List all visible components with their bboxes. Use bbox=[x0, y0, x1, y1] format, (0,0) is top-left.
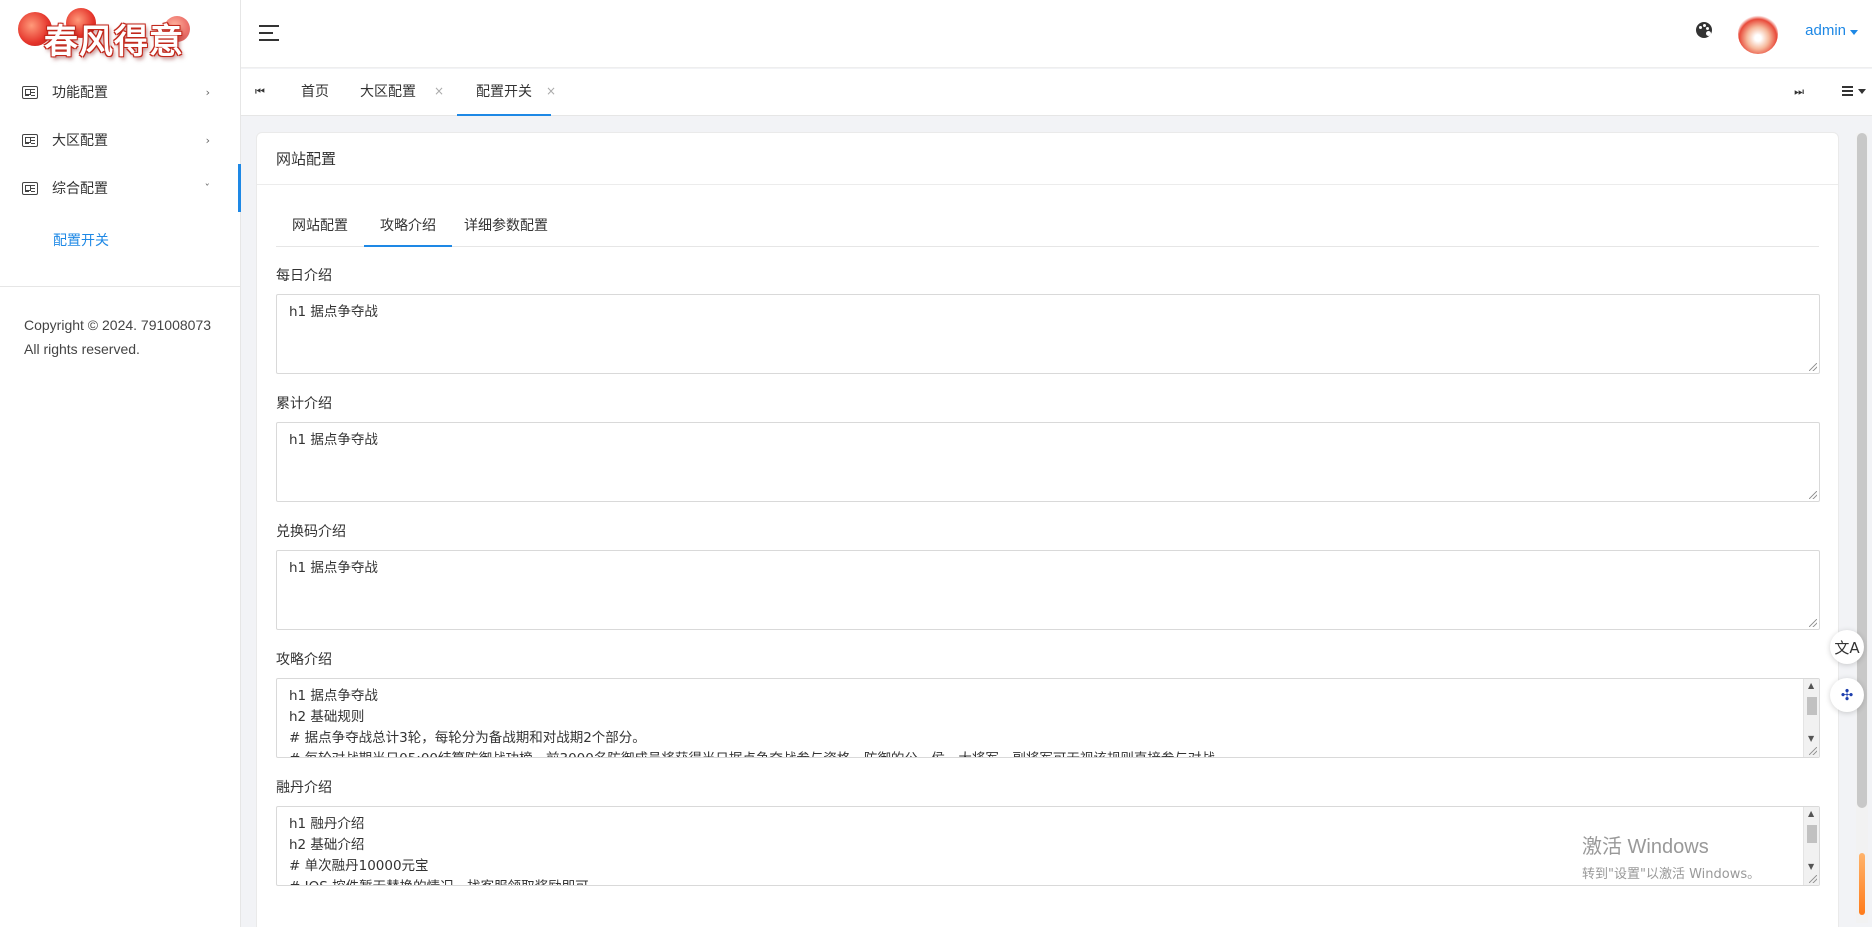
redeem-intro-textarea[interactable]: h1 据点争夺战 bbox=[276, 550, 1820, 630]
top-header: admin bbox=[241, 0, 1872, 68]
sidebar-item-label: 大区配置 bbox=[52, 133, 108, 149]
menu-toggle-icon[interactable] bbox=[259, 25, 279, 41]
resize-handle-icon[interactable] bbox=[1809, 747, 1817, 755]
cumulative-intro-textarea[interactable]: h1 据点争夺战 bbox=[276, 422, 1820, 502]
translate-icon[interactable]: 文A bbox=[1830, 630, 1864, 664]
chevron-down-icon: ˇ bbox=[204, 181, 211, 195]
sidebar-subitem-config-switch[interactable]: 配置开关 bbox=[0, 216, 240, 264]
scroll-up-icon[interactable]: ▲ bbox=[1808, 809, 1814, 818]
copyright-line: Copyright © 2024. 791008073 bbox=[24, 317, 212, 333]
tab-guide-intro[interactable]: 攻略介绍 bbox=[364, 207, 452, 247]
copyright: Copyright © 2024. 791008073 All rights r… bbox=[0, 287, 240, 361]
logo[interactable]: 春风得意 bbox=[0, 0, 240, 68]
resize-handle-icon[interactable] bbox=[1809, 491, 1817, 499]
textarea-content: h1 据点争夺战 bbox=[289, 560, 378, 576]
logo-text: 春风得意 bbox=[44, 22, 184, 62]
last-tab-icon[interactable]: ⏭ bbox=[1794, 85, 1804, 99]
card-title: 网站配置 bbox=[257, 133, 1838, 185]
scroll-thumb[interactable] bbox=[1807, 697, 1817, 715]
textarea-content: h1 据点争夺战 h2 基础规则 # 据点争夺战总计3轮，每轮分为备战期和对战期… bbox=[289, 688, 1215, 757]
panel-icon bbox=[22, 133, 38, 147]
guide-intro-textarea[interactable]: h1 据点争夺战 h2 基础规则 # 据点争夺战总计3轮，每轮分为备战期和对战期… bbox=[276, 678, 1820, 758]
logo-image: 春风得意 bbox=[14, 6, 214, 62]
first-tab-icon[interactable]: ⏮ bbox=[255, 85, 265, 99]
avatar[interactable] bbox=[1738, 14, 1778, 54]
panel-icon bbox=[22, 85, 38, 99]
chevron-right-icon: › bbox=[205, 85, 210, 99]
copyright-line: All rights reserved. bbox=[24, 341, 140, 357]
scroll-accent bbox=[1859, 853, 1865, 915]
sidebar-item-feature-config[interactable]: 功能配置 › bbox=[0, 68, 240, 116]
resize-handle-icon[interactable] bbox=[1809, 875, 1817, 883]
textarea-content: h1 据点争夺战 bbox=[289, 304, 378, 320]
network-icon[interactable]: ✣ bbox=[1830, 678, 1864, 712]
tab-site-config[interactable]: 网站配置 bbox=[276, 207, 364, 247]
daily-intro-textarea[interactable]: h1 据点争夺战 bbox=[276, 294, 1820, 374]
sidebar-item-label: 综合配置 bbox=[52, 181, 108, 197]
field-label-daily: 每日介绍 bbox=[276, 268, 332, 284]
field-label-redeem: 兑换码介绍 bbox=[276, 524, 346, 540]
tab-home[interactable]: 首页 bbox=[301, 69, 329, 116]
config-tabs: 网站配置 攻略介绍 详细参数配置 bbox=[276, 207, 1819, 247]
page-tabbar: ⏮ 首页 大区配置 × 配置开关 × ⏭ bbox=[241, 69, 1872, 116]
sidebar: 春风得意 功能配置 › 大区配置 › 综合配置 ˇ 配置开关 Copyright… bbox=[0, 0, 241, 927]
resize-handle-icon[interactable] bbox=[1809, 363, 1817, 371]
textarea-content: h1 据点争夺战 bbox=[289, 432, 378, 448]
sidebar-item-label: 功能配置 bbox=[52, 85, 108, 101]
scroll-up-icon[interactable]: ▲ bbox=[1808, 681, 1814, 690]
sidebar-item-region-config[interactable]: 大区配置 › bbox=[0, 116, 240, 164]
fusion-intro-textarea[interactable]: h1 融丹介绍 h2 基础介绍 # 单次融丹10000元宝 # IOS 控件暂无… bbox=[276, 806, 1820, 886]
close-icon[interactable]: × bbox=[546, 69, 556, 116]
tab-region-config[interactable]: 大区配置 bbox=[360, 69, 416, 116]
chevron-right-icon: › bbox=[205, 133, 210, 147]
user-menu[interactable]: admin bbox=[1805, 22, 1846, 39]
close-icon[interactable]: × bbox=[434, 69, 444, 116]
palette-icon[interactable] bbox=[1696, 22, 1712, 38]
textarea-content: h1 融丹介绍 h2 基础介绍 # 单次融丹10000元宝 # IOS 控件暂无… bbox=[289, 816, 589, 885]
resize-handle-icon[interactable] bbox=[1809, 619, 1817, 627]
field-label-fusion: 融丹介绍 bbox=[276, 780, 332, 796]
field-label-cumulative: 累计介绍 bbox=[276, 396, 332, 412]
textarea-scrollbar[interactable]: ▲ ▼ bbox=[1803, 679, 1819, 757]
tab-detail-params[interactable]: 详细参数配置 bbox=[452, 207, 560, 247]
scroll-down-icon[interactable]: ▼ bbox=[1808, 734, 1814, 743]
scroll-down-icon[interactable]: ▼ bbox=[1808, 862, 1814, 871]
panel-icon bbox=[22, 181, 38, 195]
textarea-scrollbar[interactable]: ▲ ▼ bbox=[1803, 807, 1819, 885]
main-card: 网站配置 网站配置 攻略介绍 详细参数配置 每日介绍 h1 据点争夺战 累计介绍… bbox=[256, 132, 1839, 927]
page-scrollbar[interactable] bbox=[1856, 133, 1868, 923]
sidebar-item-general-config[interactable]: 综合配置 ˇ bbox=[0, 164, 241, 212]
caret-down-icon[interactable] bbox=[1850, 30, 1858, 39]
field-label-guide: 攻略介绍 bbox=[276, 652, 332, 668]
tab-options-icon[interactable] bbox=[1842, 86, 1866, 96]
scroll-thumb[interactable] bbox=[1807, 825, 1817, 843]
tab-config-switch[interactable]: 配置开关 bbox=[457, 69, 551, 116]
